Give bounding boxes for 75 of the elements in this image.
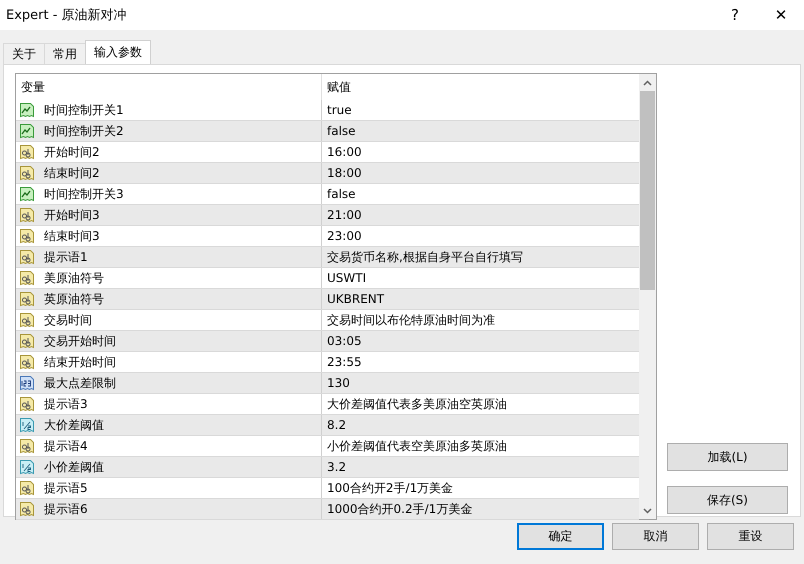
value-cell[interactable]: 交易货币名称,根据自身平台自行填写 <box>322 247 639 267</box>
text-type-icon <box>19 333 35 349</box>
text-type-icon <box>19 291 35 307</box>
value-cell[interactable]: false <box>322 121 639 141</box>
value-cell[interactable]: 23:00 <box>322 226 639 246</box>
value-cell[interactable]: 交易时间以布伦特原油时间为准 <box>322 310 639 330</box>
text-type-icon <box>19 270 35 286</box>
variable-name: 结束时间2 <box>43 164 100 182</box>
value-cell[interactable]: 小价差阈值代表空美原油多英原油 <box>322 436 639 456</box>
value-cell[interactable]: 16:00 <box>322 142 639 162</box>
dialog-button[interactable]: 重设 <box>707 523 794 550</box>
value-cell[interactable]: UKBRENT <box>322 289 639 309</box>
window-title: Expert - 原油新对冲 <box>6 7 128 24</box>
value-cell[interactable]: 3.2 <box>322 457 639 477</box>
chart-line-icon <box>19 123 35 139</box>
value-cell[interactable]: 100合约开2手/1万美金 <box>322 478 639 498</box>
variable-name: 最大点差限制 <box>43 374 116 392</box>
dialog-button[interactable]: 取消 <box>612 523 699 550</box>
column-header[interactable]: 变量 <box>16 74 322 100</box>
variable-name: 提示语1 <box>43 248 88 266</box>
value-cell[interactable]: 大价差阈值代表多美原油空英原油 <box>322 394 639 414</box>
variable-name: 提示语6 <box>43 500 88 518</box>
variable-name: 小价差阈值 <box>43 458 104 476</box>
text-type-icon <box>19 249 35 265</box>
text-type-icon <box>19 396 35 412</box>
variable-name: 交易开始时间 <box>43 332 116 350</box>
variable-name: 结束开始时间 <box>43 354 116 370</box>
variable-name: 提示语5 <box>43 480 88 496</box>
scrollbar-thumb[interactable] <box>640 91 655 290</box>
chart-line-icon <box>19 186 35 202</box>
side-button[interactable]: 保存(S) <box>667 486 788 514</box>
column-header[interactable]: 赋值 <box>322 74 639 100</box>
value-cell[interactable]: 18:00 <box>322 163 639 183</box>
text-type-icon <box>19 144 35 160</box>
fraction-type-icon <box>19 459 35 475</box>
variable-name: 开始时间2 <box>43 144 100 160</box>
text-type-icon <box>19 228 35 244</box>
text-type-icon <box>19 438 35 454</box>
variable-name: 结束时间3 <box>43 228 100 244</box>
dialog-button[interactable]: 确定 <box>517 523 604 550</box>
variable-name: 时间控制开关2 <box>43 122 124 140</box>
text-type-icon <box>19 501 35 517</box>
value-cell[interactable]: 21:00 <box>322 205 639 225</box>
value-cell[interactable]: 8.2 <box>322 415 639 435</box>
scroll-up-icon[interactable] <box>643 80 652 86</box>
variable-name: 提示语3 <box>43 396 88 412</box>
variable-name: 大价差阈值 <box>43 416 104 434</box>
text-type-icon <box>19 480 35 496</box>
value-cell[interactable]: USWTI <box>322 268 639 288</box>
value-cell[interactable]: false <box>322 184 639 204</box>
close-button[interactable]: ✕ <box>758 0 804 30</box>
variable-name: 时间控制开关3 <box>43 186 124 202</box>
variable-name: 提示语4 <box>43 438 88 454</box>
text-type-icon <box>19 207 35 223</box>
value-cell[interactable]: true <box>322 100 639 120</box>
variable-name: 交易时间 <box>43 312 92 328</box>
value-cell[interactable]: 03:05 <box>322 331 639 351</box>
value-cell[interactable]: 1000合约开0.2手/1万美金 <box>322 499 639 519</box>
fraction-type-icon <box>19 417 35 433</box>
text-type-icon <box>19 165 35 181</box>
text-type-icon <box>19 354 35 370</box>
variable-name: 开始时间3 <box>43 206 100 224</box>
tab[interactable]: 输入参数 <box>85 40 151 64</box>
tab[interactable]: 关于 <box>3 43 45 64</box>
text-type-icon <box>19 312 35 328</box>
value-cell[interactable]: 130 <box>322 373 639 393</box>
side-button[interactable]: 加载(L) <box>667 443 788 471</box>
help-button[interactable]: ? <box>712 0 758 30</box>
number-type-icon <box>19 375 35 391</box>
variable-name: 英原油符号 <box>43 290 104 308</box>
variable-name: 时间控制开关1 <box>43 102 124 118</box>
value-cell[interactable]: 23:55 <box>322 352 639 372</box>
scroll-down-icon[interactable] <box>643 508 652 514</box>
chart-line-icon <box>19 102 35 118</box>
variable-name: 美原油符号 <box>43 270 104 286</box>
